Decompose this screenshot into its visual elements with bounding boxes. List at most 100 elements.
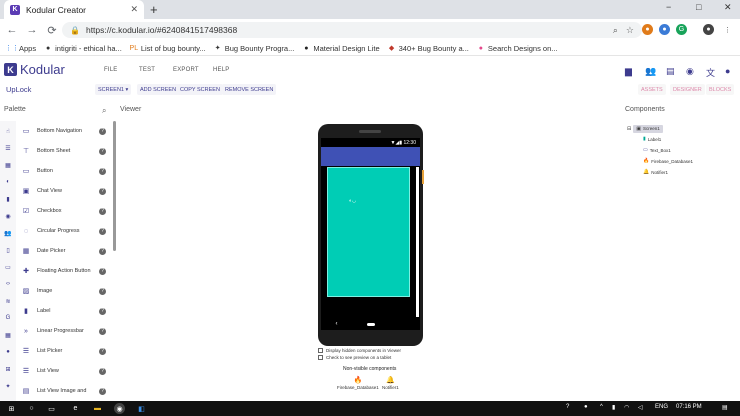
extension-icon[interactable]: ● [659, 24, 670, 35]
category-extension-puzzle-icon[interactable]: ✦ [4, 382, 12, 390]
category-media-icon[interactable]: ▦ [4, 161, 12, 169]
palette-item-checkbox[interactable]: ☑ Checkbox? [16, 201, 114, 221]
tree-node-firebase-database1[interactable]: 🔥 Firebase_Database1 [643, 158, 693, 164]
volume-icon[interactable]: ◁ [638, 404, 643, 411]
category-layout-icon[interactable]: ☰ [4, 144, 12, 152]
bookmark-item[interactable]: ● Material Design Lite [302, 44, 379, 53]
people-tray-icon[interactable]: ● [584, 404, 588, 410]
clock[interactable]: 07:16 PM [676, 404, 702, 410]
collapse-icon[interactable]: ⊟ [627, 126, 631, 132]
help-icon[interactable]: ? [99, 307, 106, 315]
help-icon[interactable]: ? [99, 167, 106, 175]
forward-icon[interactable]: → [24, 24, 40, 36]
label1-preview[interactable]: ◐◡ [349, 198, 356, 204]
help-icon[interactable]: ? [99, 387, 106, 395]
chevron-up-icon[interactable]: ^ [600, 404, 603, 410]
help-icon[interactable]: ? [99, 327, 106, 335]
palette-item-circular-progress[interactable]: ◌ Circular Progress? [16, 221, 114, 241]
checkbox-box[interactable] [318, 348, 323, 353]
bookmark-item[interactable]: PL List of bug bounty... [130, 44, 206, 53]
language-indicator[interactable]: ENG [655, 404, 668, 410]
screen-title-bar[interactable] [321, 147, 420, 166]
palette-item-linear-progressbar[interactable]: » Linear Progressbar? [16, 321, 114, 341]
maximize-icon[interactable]: □ [696, 2, 701, 12]
notifications-icon[interactable]: ▤ [722, 404, 728, 411]
wifi-icon[interactable]: ◠ [624, 404, 629, 411]
designer-button[interactable]: DESIGNER [670, 84, 705, 95]
palette-item-label[interactable]: ▮ Label? [16, 301, 114, 321]
screen-select[interactable]: SCREEN1 ▾ [95, 84, 132, 95]
help-icon[interactable]: ? [99, 187, 106, 195]
help-icon[interactable]: ? [99, 227, 106, 235]
account-icon[interactable]: ● [725, 66, 730, 76]
help-icon[interactable]: ? [99, 347, 106, 355]
battery-icon[interactable]: ▮ [612, 404, 615, 411]
category-storage-icon[interactable]: ▯ [4, 246, 12, 254]
close-tab-icon[interactable]: ✕ [130, 4, 138, 15]
people-icon[interactable]: 👥 [645, 66, 656, 77]
category-social-icon[interactable]: 👥 [4, 229, 12, 237]
tree-node-screen1[interactable]: ⊟ ▣ Screen1 [627, 125, 663, 133]
minimize-icon[interactable]: − [666, 2, 671, 12]
remove-screen-button[interactable]: REMOVE SCREEN [222, 84, 277, 95]
globe-icon[interactable]: ◉ [686, 66, 694, 77]
category-extensions-icon[interactable]: ▦ [4, 331, 12, 339]
help-icon[interactable]: ? [99, 367, 106, 375]
help-icon[interactable]: ? [99, 287, 106, 295]
translate-icon[interactable]: 文 [706, 66, 715, 79]
category-google-icon[interactable]: G [4, 314, 12, 322]
back-icon[interactable]: ← [4, 24, 20, 36]
edge-icon[interactable]: e [70, 403, 81, 414]
category-user-interface-icon[interactable]: ☝ [4, 127, 12, 135]
category-drawing-icon[interactable]: ◐ [4, 178, 12, 186]
library-icon[interactable]: ▤ [666, 66, 675, 77]
palette-item-bottom-sheet[interactable]: ⊤ Bottom Sheet? [16, 141, 114, 161]
bookmark-item[interactable]: ✦ Bug Bounty Progra... [214, 44, 295, 53]
screen-content-area[interactable] [327, 167, 410, 297]
more-icon[interactable]: ⋮ [722, 24, 733, 35]
category-dynamic-icon[interactable]: ⊞ [4, 365, 12, 373]
reload-icon[interactable]: ⟳ [44, 24, 60, 37]
nonvisible-notifier[interactable]: 🔔 Notifier1 [382, 376, 399, 390]
help-icon[interactable]: ? [99, 147, 106, 155]
bookmark-item[interactable]: ● Search Designs on... [477, 44, 558, 53]
palette-item-button[interactable]: ▭ Button? [16, 161, 114, 181]
extension-icon[interactable]: ● [642, 24, 653, 35]
palette-item-list-view[interactable]: ☰ List View? [16, 361, 114, 381]
help-icon[interactable]: ? [99, 267, 106, 275]
blocks-button[interactable]: BLOCKS [706, 84, 735, 95]
grammarly-icon[interactable]: G [676, 24, 687, 35]
tree-node-text-box1[interactable]: ▭ Text_Box1 [643, 147, 671, 153]
menu-file[interactable]: FILE [104, 67, 117, 73]
new-tab-button[interactable]: + [150, 2, 158, 17]
category-connectivity-icon[interactable]: ▭ [4, 263, 12, 271]
bookmark-item[interactable]: ● intigriti - ethical ha... [44, 44, 122, 53]
category-maps-icon[interactable]: ▮ [4, 195, 12, 203]
tablet-preview-checkbox[interactable]: Check to see preview on a tablet [318, 355, 391, 360]
checkbox-box[interactable] [318, 355, 323, 360]
palette-item-bottom-navigation[interactable]: ▭ Bottom Navigation? [16, 121, 114, 141]
task-view-icon[interactable]: ▭ [46, 403, 57, 414]
folder-icon[interactable]: ▆ [625, 66, 632, 77]
category-code-icon[interactable]: ‹› [4, 280, 12, 288]
palette-item-list-view-image[interactable]: ▤ List View Image and? [16, 381, 114, 401]
tree-node-notifier1[interactable]: 🔔 Notifier1 [643, 169, 668, 175]
windows-start-icon[interactable]: ⊞ [6, 403, 17, 414]
palette-item-floating-action-button[interactable]: ✚ Floating Action Button? [16, 261, 114, 281]
tree-node-label1[interactable]: ▮ Label1 [643, 136, 661, 142]
nonvisible-firebase[interactable]: 🔥 Firebase_Database1 [337, 376, 379, 390]
address-bar[interactable]: 🔒 https://c.kodular.io/#6240841517498368… [62, 22, 642, 38]
add-screen-button[interactable]: ADD SCREEN [137, 84, 180, 95]
palette-item-list-picker[interactable]: ☰ List Picker? [16, 341, 114, 361]
lock-icon[interactable]: 🔒 [70, 26, 80, 35]
star-icon[interactable]: ☆ [626, 25, 634, 36]
vscode-icon[interactable]: ◧ [136, 403, 147, 414]
search-circle-icon[interactable]: ○ [26, 403, 37, 414]
help-icon[interactable]: ? [99, 207, 106, 215]
display-hidden-checkbox[interactable]: Display hidden components in Viewer [318, 348, 401, 353]
help-icon[interactable]: ? [99, 247, 106, 255]
bookmark-item[interactable]: ⋮⋮ Apps [5, 44, 36, 53]
chrome-icon[interactable]: ◉ [114, 403, 125, 414]
palette-item-chat-view[interactable]: ▣ Chat View? [16, 181, 114, 201]
assets-button[interactable]: ASSETS [638, 84, 666, 95]
